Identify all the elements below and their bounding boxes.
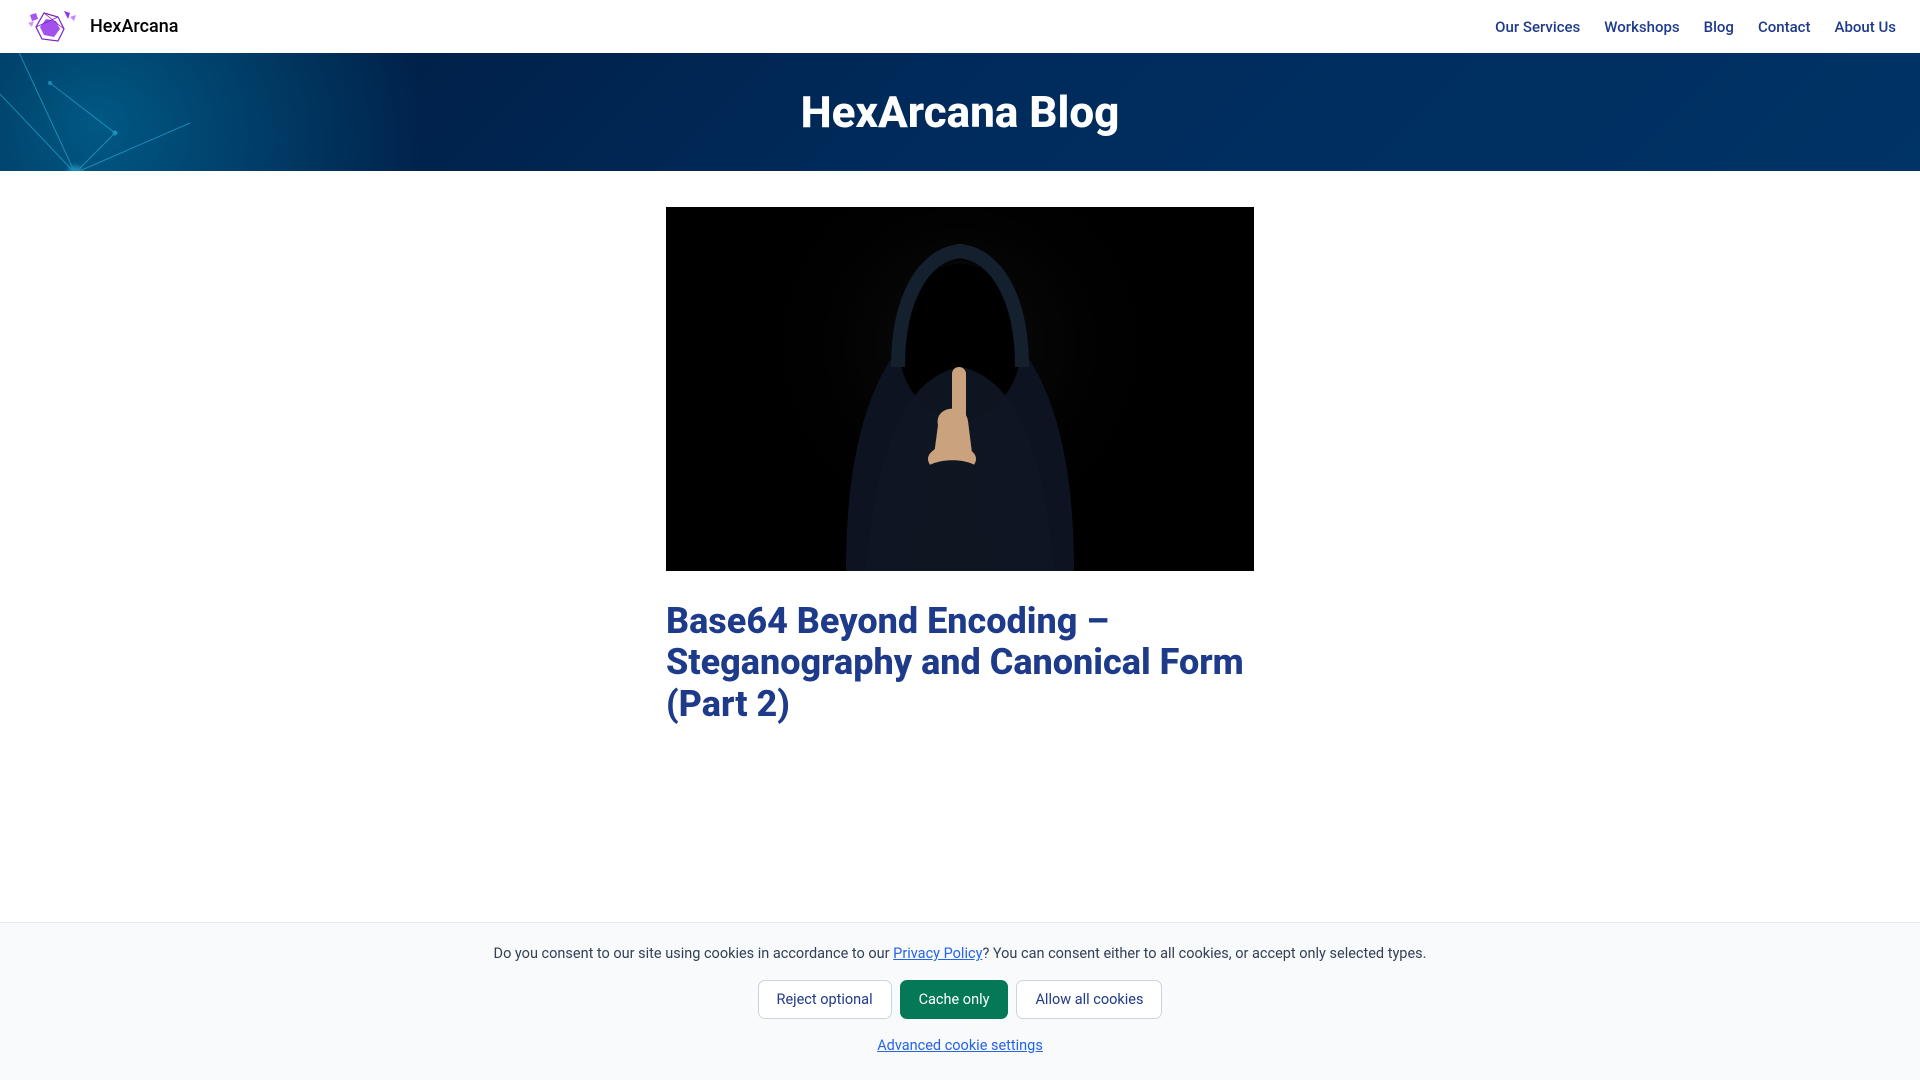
nav-workshops[interactable]: Workshops <box>1604 18 1679 36</box>
hero-title: HexArcana Blog <box>801 86 1120 138</box>
cookie-text-prefix: Do you consent to our site using cookies… <box>494 945 894 962</box>
cookie-message: Do you consent to our site using cookies… <box>16 945 1904 962</box>
advanced-cookie-settings-link[interactable]: Advanced cookie settings <box>16 1037 1904 1054</box>
post-title[interactable]: Base64 Beyond Encoding – Steganography a… <box>666 601 1254 725</box>
article-content: Base64 Beyond Encoding – Steganography a… <box>666 207 1254 725</box>
nav-about-us[interactable]: About Us <box>1835 18 1897 36</box>
brand-name: HexArcana <box>90 16 178 37</box>
nav-blog[interactable]: Blog <box>1704 18 1734 36</box>
site-header: HexArcana Our Services Workshops Blog Co… <box>0 0 1920 53</box>
cache-only-button[interactable]: Cache only <box>900 980 1009 1019</box>
cookie-consent-banner: Do you consent to our site using cookies… <box>0 922 1920 1080</box>
main-nav: Our Services Workshops Blog Contact Abou… <box>1495 18 1896 36</box>
post-featured-image <box>666 207 1254 571</box>
hero-network-decoration <box>0 53 240 171</box>
reject-optional-button[interactable]: Reject optional <box>758 980 892 1019</box>
hero-banner: HexArcana Blog <box>0 53 1920 171</box>
allow-all-button[interactable]: Allow all cookies <box>1016 980 1162 1019</box>
cookie-buttons: Reject optional Cache only Allow all coo… <box>16 980 1904 1019</box>
brand-logo[interactable]: HexArcana <box>24 9 178 45</box>
logo-mark <box>24 9 80 45</box>
cookie-text-suffix: ? You can consent either to all cookies,… <box>982 945 1426 962</box>
nav-contact[interactable]: Contact <box>1758 18 1811 36</box>
nav-our-services[interactable]: Our Services <box>1495 18 1580 36</box>
privacy-policy-link[interactable]: Privacy Policy <box>893 945 982 962</box>
